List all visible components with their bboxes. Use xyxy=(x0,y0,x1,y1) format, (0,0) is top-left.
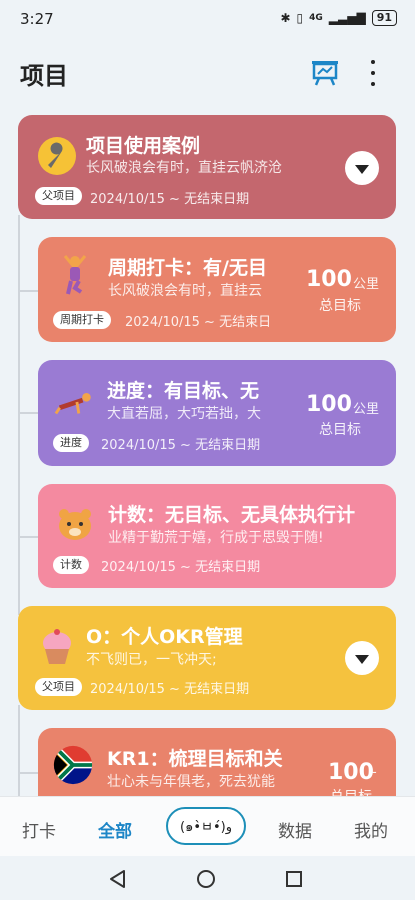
page-title: 项目 xyxy=(20,62,68,90)
project-title: 项目使用案例 xyxy=(86,135,201,157)
project-tag: 父项目 xyxy=(35,678,82,696)
timeline-line xyxy=(18,215,20,615)
project-dates: 2024/10/15 ~ 无结束日期 xyxy=(90,682,250,697)
project-tag: 父项目 xyxy=(35,187,82,205)
signal-icon: ▂▃▅▇ xyxy=(328,11,366,25)
tab-mine[interactable]: 我的 xyxy=(354,817,388,842)
expand-button[interactable] xyxy=(345,151,379,185)
bottom-nav: 打卡 全部 (๑•̀ㅂ•́)و 数据 我的 xyxy=(0,796,415,857)
goal-value: 100 xyxy=(306,392,352,417)
pushup-icon xyxy=(54,382,96,424)
project-tag: 周期打卡 xyxy=(53,311,111,329)
project-title: 进度：有目标、无 xyxy=(107,380,260,402)
project-title: 周期打卡：有/无目 xyxy=(108,257,267,279)
timeline-branch xyxy=(18,536,38,538)
goal-value: 100 xyxy=(328,760,374,785)
project-subtitle: 长风破浪会有时，直挂云帆济沧 xyxy=(86,160,282,176)
presentation-chart-icon[interactable] xyxy=(309,58,341,88)
project-dates: 2024/10/15 ~ 无结束日 xyxy=(125,315,272,330)
vibrate-icon: ▯ xyxy=(296,11,304,25)
status-time: 3:27 xyxy=(20,10,54,28)
recents-icon[interactable] xyxy=(284,869,304,889)
project-card[interactable]: 周期打卡：有/无目 长风破浪会有时，直挂云 周期打卡 2024/10/15 ~ … xyxy=(38,237,396,342)
goal-unit: 公里 xyxy=(353,277,380,292)
project-tag: 计数 xyxy=(53,556,89,574)
goal-label: 总目标 xyxy=(319,422,361,438)
expand-button[interactable] xyxy=(345,641,379,675)
timeline-branch xyxy=(18,290,38,292)
back-icon[interactable] xyxy=(108,869,128,889)
chevron-down-icon xyxy=(355,165,369,174)
system-nav-bar xyxy=(0,856,415,900)
project-subtitle: 业精于勤荒于嬉，行成于思毁于随! xyxy=(108,530,324,546)
project-card[interactable]: O：个人OKR管理 不飞则已，一飞冲天; 父项目 2024/10/15 ~ 无结… xyxy=(18,606,396,710)
system-icons: ✱ ▯ 4G ▂▃▅▇ 91 xyxy=(280,10,397,26)
project-title: KR1：梳理目标和关 xyxy=(107,748,283,770)
project-subtitle: 不飞则已，一飞冲天; xyxy=(86,652,217,668)
bluetooth-icon: ✱ xyxy=(280,11,291,25)
project-subtitle: 壮心未与年俱老，死去犹能 xyxy=(107,774,275,790)
more-vertical-icon[interactable] xyxy=(362,58,384,88)
project-subtitle: 长风破浪会有时，直挂云 xyxy=(108,283,262,299)
network-label: 4G xyxy=(309,13,323,23)
battery-level: 91 xyxy=(371,10,397,26)
project-dates: 2024/10/15 ~ 无结束日期 xyxy=(90,192,250,207)
tab-checkin[interactable]: 打卡 xyxy=(22,817,56,842)
project-dates: 2024/10/15 ~ 无结束日期 xyxy=(101,438,261,453)
tab-all[interactable]: 全部 xyxy=(98,817,132,842)
cupcake-icon xyxy=(36,626,78,668)
timeline-line xyxy=(18,705,20,800)
timeline-branch xyxy=(18,412,38,414)
project-card[interactable]: 计数：无目标、无具体执行计 业精于勤荒于嬉，行成于思毁于随! 计数 2024/1… xyxy=(38,484,396,588)
status-bar: 3:27 ✱ ▯ 4G ▂▃▅▇ 91 xyxy=(0,0,415,40)
yoga-icon xyxy=(54,255,96,297)
south-africa-flag-icon xyxy=(52,744,94,786)
goal-value: 100 xyxy=(306,267,352,292)
project-subtitle: 大直若屈，大巧若拙，大 xyxy=(107,406,261,422)
chevron-down-icon xyxy=(355,655,369,664)
wrench-icon xyxy=(36,135,78,177)
tab-stats[interactable]: 数据 xyxy=(278,817,312,842)
home-icon[interactable] xyxy=(196,869,216,889)
project-dates: 2024/10/15 ~ 无结束日期 xyxy=(101,560,261,575)
timeline-branch xyxy=(18,772,38,774)
goal-unit: - xyxy=(372,765,377,780)
goal-label: 总目标 xyxy=(319,298,361,314)
goal-unit: 公里 xyxy=(353,402,380,417)
project-card[interactable]: 项目使用案例 长风破浪会有时，直挂云帆济沧 父项目 2024/10/15 ~ 无… xyxy=(18,115,396,219)
project-card[interactable]: 进度：有目标、无 大直若屈，大巧若拙，大 进度 2024/10/15 ~ 无结束… xyxy=(38,360,396,466)
center-action-button[interactable]: (๑•̀ㅂ•́)و xyxy=(166,807,246,845)
project-title: O：个人OKR管理 xyxy=(86,626,243,648)
hamster-icon xyxy=(54,502,96,544)
project-title: 计数：无目标、无具体执行计 xyxy=(108,504,356,526)
project-tag: 进度 xyxy=(53,434,89,452)
